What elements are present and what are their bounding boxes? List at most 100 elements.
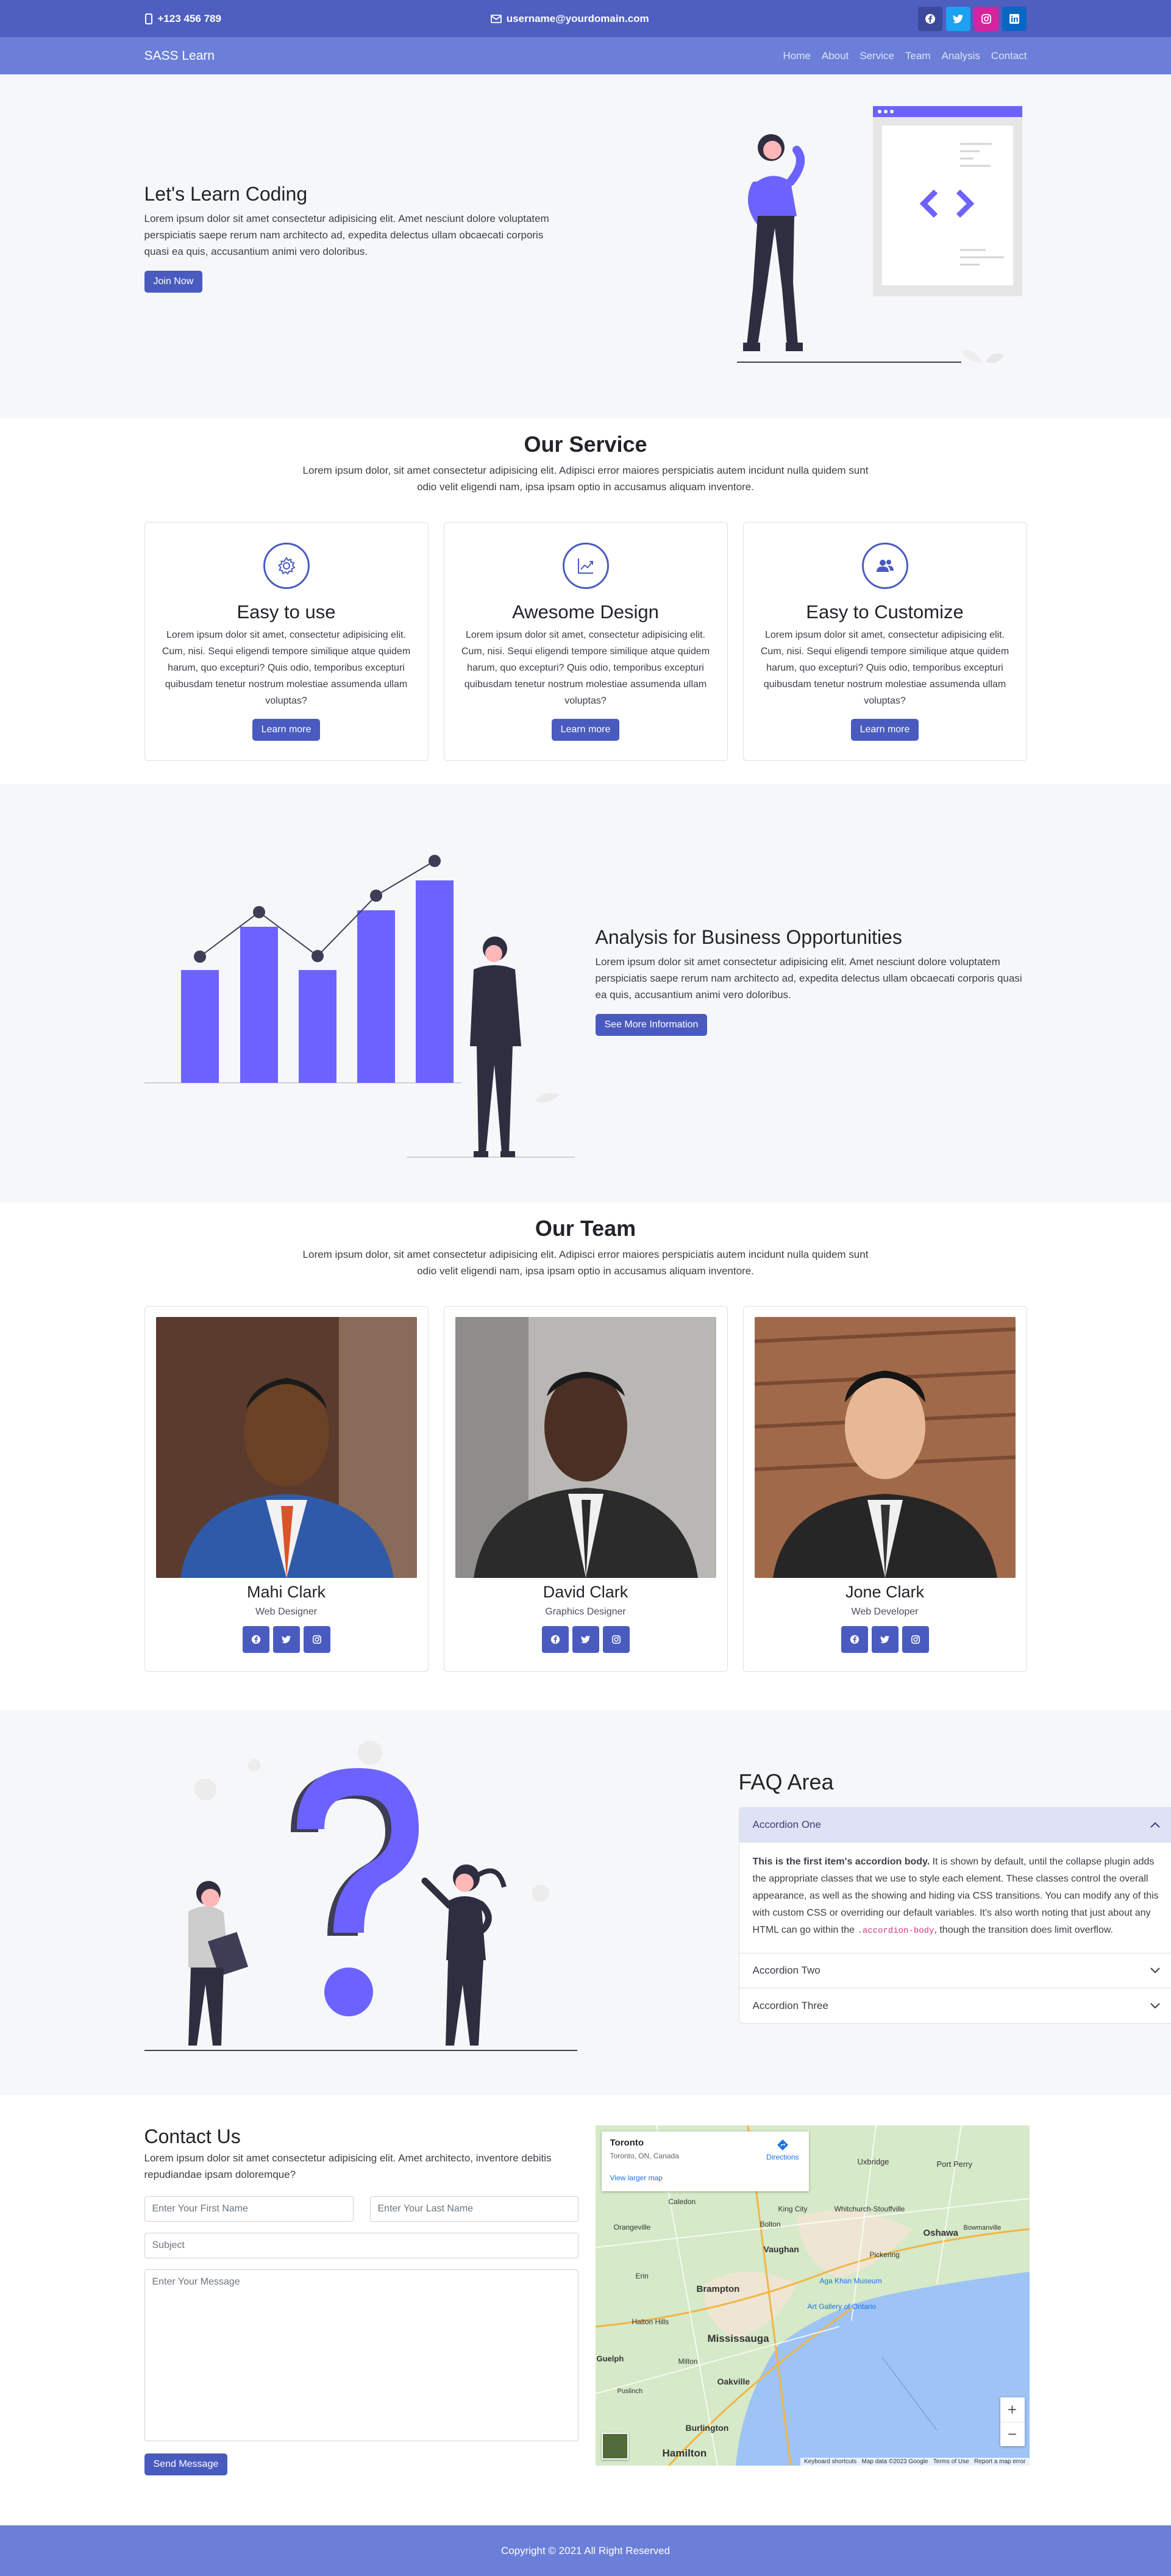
analysis-title: Analysis for Business Opportunities [596,926,1028,949]
join-now-button[interactable]: Join Now [144,271,203,293]
team-member-name: Jone Clark [755,1583,1016,1602]
card-title: Easy to Customize [744,601,1027,623]
top-bar: +123 456 789 username@yourdomain.com [0,0,1171,37]
twitter-icon[interactable] [273,1626,300,1653]
map-label: King City [778,2205,808,2213]
team-member-card: Jone Clark Web Developer [743,1306,1027,1672]
learn-more-button[interactable]: Learn more [552,719,620,741]
team-member-role: Web Developer [755,1607,1016,1618]
team-section: Our Team Lorem ipsum dolor, sit amet con… [0,1202,1171,1710]
instagram-icon[interactable] [603,1626,630,1653]
hero-text: Lorem ipsum dolor sit amet consectetur a… [144,210,571,260]
map-label: Mississauga [708,2333,769,2345]
nav-link-home[interactable]: Home [783,50,811,62]
first-name-input[interactable]: Enter Your First Name [144,2196,354,2222]
envelope-icon [491,15,502,23]
chart-line-icon [563,543,609,589]
satellite-toggle[interactable] [602,2433,628,2460]
card-text: Lorem ipsum dolor sit amet, consectetur … [744,627,1027,709]
map-label: Milton [678,2357,698,2366]
accordion-label: Accordion One [753,1819,821,1831]
map-label: Hamilton [663,2447,707,2460]
map-label: Bolton [760,2220,781,2228]
card-title: Easy to use [145,601,428,623]
coding-illustration [589,106,1034,391]
map-label: Vaughan [764,2244,799,2254]
service-section: Our Service Lorem ipsum dolor, sit amet … [0,418,1171,784]
email-contact[interactable]: username@yourdomain.com [491,13,649,25]
subject-input[interactable]: Subject [144,2233,578,2258]
facebook-icon[interactable] [841,1626,868,1653]
instagram-icon[interactable] [304,1626,330,1653]
nav-link-analysis[interactable]: Analysis [942,50,980,62]
accordion-label: Accordion Three [753,2000,828,2012]
service-title: Our Service [144,418,1027,457]
map-label: Oakville [717,2377,750,2386]
service-subtitle: Lorem ipsum dolor, sit amet consectetur … [293,462,878,495]
accordion-body: This is the first item's accordion body.… [739,1843,1171,1953]
accordion-body-end: , though the transition does limit overf… [934,1925,1113,1935]
map-label: Pickering [870,2250,900,2259]
accordion-header[interactable]: Accordion One [739,1808,1171,1843]
map-labels: Uxbridge Port Perry Whitchurch-Stouffvil… [596,2125,1030,2466]
accordion-body-code: .accordion-body [857,1926,934,1936]
map-label: Puslinch [618,2388,643,2395]
google-map[interactable]: Toronto Toronto, ON, Canada View larger … [596,2125,1030,2466]
accordion-header[interactable]: Accordion Two [739,1953,1171,1988]
nav-link-service[interactable]: Service [860,50,894,62]
twitter-icon[interactable] [946,7,970,31]
analysis-section: Analysis for Business Opportunities Lore… [0,784,1171,1202]
message-textarea[interactable]: Enter Your Message [144,2269,578,2441]
copyright-text: Copyright © 2021 All Right Reserved [501,2545,670,2557]
nav-link-team[interactable]: Team [905,50,931,62]
map-label: Port Perry [937,2160,973,2169]
linkedin-icon[interactable] [1002,7,1027,31]
team-member-role: Graphics Designer [455,1607,716,1618]
footer: Copyright © 2021 All Right Reserved [0,2525,1171,2576]
map-label: Bowmanville [964,2224,1002,2232]
accordion-label: Accordion Two [753,1964,820,1977]
learn-more-button[interactable]: Learn more [851,719,919,741]
email-address: username@yourdomain.com [507,13,649,25]
accordion-header[interactable]: Accordion Three [739,1988,1171,2023]
gear-icon [263,543,310,589]
send-message-button[interactable]: Send Message [144,2453,228,2475]
navbar: SASS Learn Home About Service Team Analy… [0,37,1171,74]
map-label: Oshawa [924,2228,959,2238]
see-more-button[interactable]: See More Information [596,1014,708,1036]
hero-title: Let's Learn Coding [144,183,571,205]
zoom-out-button[interactable]: − [1000,2422,1025,2446]
service-card: Easy to Customize Lorem ipsum dolor sit … [743,522,1027,761]
nav-link-about[interactable]: About [822,50,849,62]
contact-title: Contact Us [144,2125,241,2148]
facebook-icon[interactable] [542,1626,569,1653]
twitter-icon[interactable] [572,1626,599,1653]
zoom-in-button[interactable]: + [1000,2397,1025,2422]
service-card: Easy to use Lorem ipsum dolor sit amet, … [144,522,429,761]
team-subtitle: Lorem ipsum dolor, sit amet consectetur … [293,1246,878,1279]
map-label: Orangeville [614,2223,651,2232]
nav-link-contact[interactable]: Contact [991,50,1027,62]
chevron-up-icon [1150,1821,1161,1829]
question-illustration [144,1741,583,2070]
facebook-icon[interactable] [243,1626,269,1653]
faq-title: FAQ Area [739,1769,834,1795]
map-label: Caledon [669,2197,696,2206]
facebook-icon[interactable] [918,7,942,31]
instagram-icon[interactable] [902,1626,929,1653]
brand-logo[interactable]: SASS Learn [144,49,215,63]
map-footer-bar: Keyboard shortcuts Map data ©2023 Google… [800,2458,1029,2466]
learn-more-button[interactable]: Learn more [252,719,321,741]
last-name-input[interactable]: Enter Your Last Name [370,2196,578,2222]
social-links [918,7,1027,31]
instagram-icon[interactable] [974,7,998,31]
map-label: Erin [636,2272,649,2280]
team-member-photo [455,1317,716,1578]
faq-accordion: Accordion One This is the first item's a… [739,1807,1171,2024]
twitter-icon[interactable] [872,1626,899,1653]
phone-contact[interactable]: +123 456 789 [144,13,221,25]
accordion-body-text: It is shown by default, until the collap… [753,1857,1159,1935]
chevron-down-icon [1150,1967,1161,1974]
map-label: Halton Hills [632,2317,669,2326]
card-text: Lorem ipsum dolor sit amet, consectetur … [145,627,428,709]
